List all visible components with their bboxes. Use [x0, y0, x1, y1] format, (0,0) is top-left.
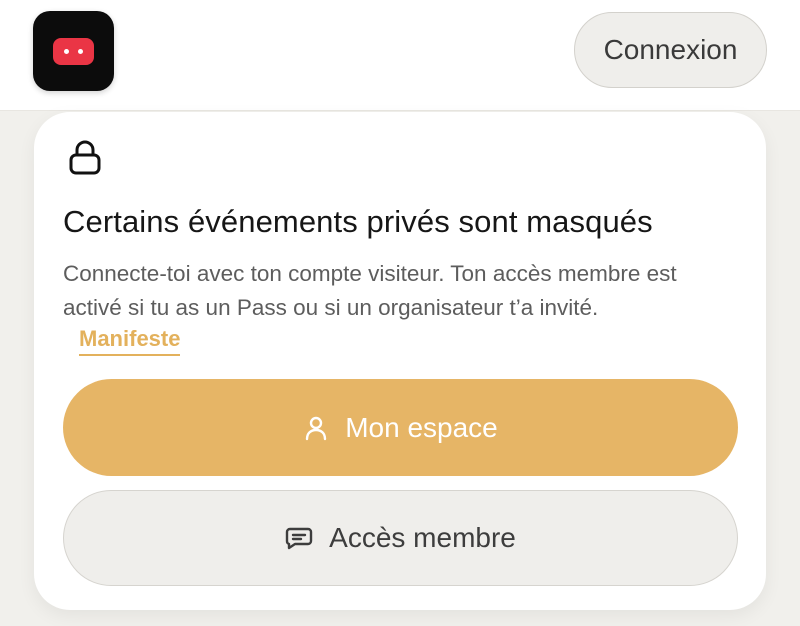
member-access-button[interactable]: Accès membre	[63, 490, 738, 586]
top-bar: Connexion	[0, 0, 800, 111]
login-button[interactable]: Connexion	[574, 12, 767, 88]
card-title: Certains événements privés sont masqués	[63, 204, 653, 239]
chat-icon	[285, 527, 313, 550]
lock-icon	[69, 140, 101, 175]
description-line-1: Connecte-toi avec ton compte visiteur. T…	[63, 261, 677, 286]
description-line-2: activé si tu as un Pass ou si un organis…	[63, 295, 599, 320]
app-logo-icon[interactable]	[33, 11, 114, 91]
logo-eye-left	[64, 49, 69, 54]
my-space-button[interactable]: Mon espace	[63, 379, 738, 476]
manifeste-link[interactable]: Manifeste	[79, 326, 181, 356]
member-access-label: Accès membre	[329, 522, 516, 553]
card-description: Connecte-toi avec ton compte visiteur. T…	[63, 257, 753, 325]
user-icon	[306, 416, 327, 440]
logo-eye-right	[78, 49, 83, 54]
my-space-label: Mon espace	[345, 411, 498, 443]
logo-face	[53, 38, 94, 65]
